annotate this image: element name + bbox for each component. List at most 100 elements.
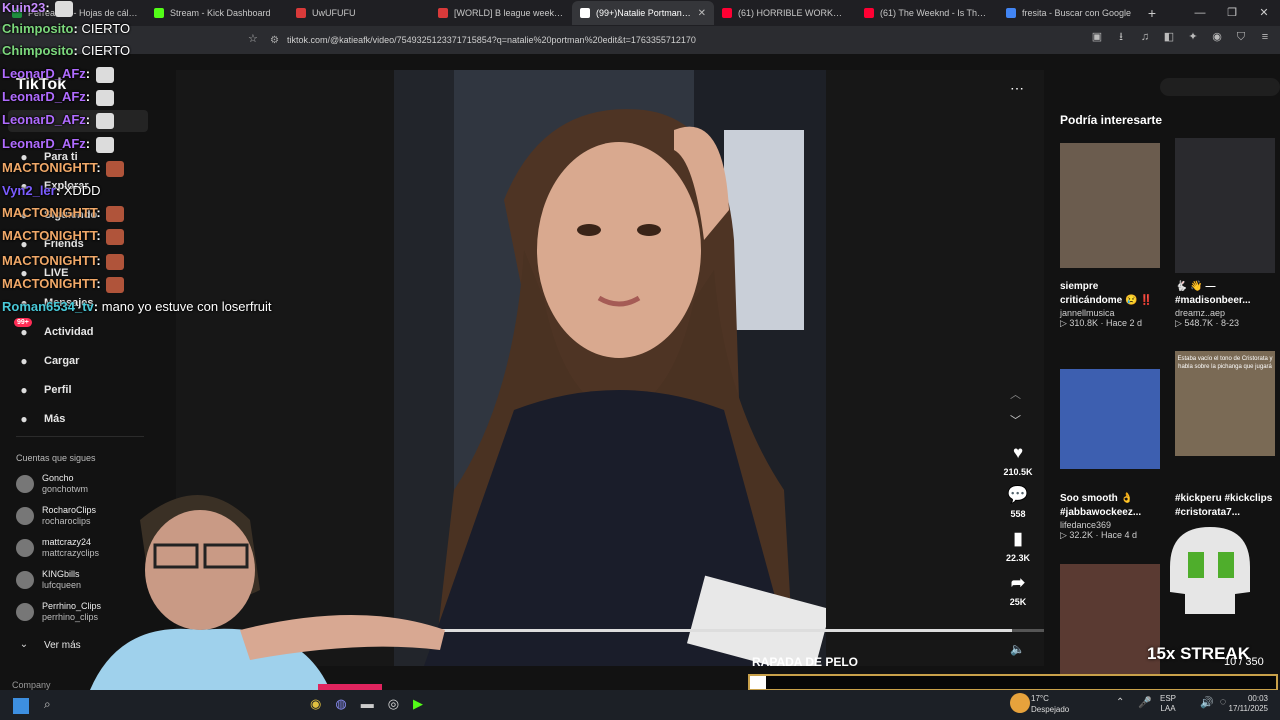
thumbnail[interactable]: [1175, 138, 1275, 273]
webcam-overlay: [60, 480, 450, 690]
like-button[interactable]: ♥ 210.5K: [1000, 443, 1036, 477]
emote-icon: [95, 136, 114, 153]
tab-search-icon[interactable]: ▣: [1090, 30, 1104, 44]
chevron-down-icon[interactable]: ﹀: [1010, 412, 1021, 428]
shield-icon[interactable]: ⛉: [1234, 30, 1248, 44]
browser-tab[interactable]: (61) The Weeknd - Is There: [856, 1, 998, 25]
new-tab-button[interactable]: +: [1140, 5, 1164, 21]
search-icon[interactable]: ⌕: [44, 697, 51, 712]
sidebar-icon[interactable]: ◧: [1162, 30, 1176, 44]
volume-icon[interactable]: 🔊: [1200, 696, 1214, 709]
browser-tab[interactable]: (99+)Natalie Portman's En ✕: [572, 1, 714, 25]
chat-separator: :: [93, 299, 102, 314]
browser-tab[interactable]: (61) HORRIBLE WORKPLACE A: [714, 1, 856, 25]
company-link[interactable]: Company: [12, 680, 51, 690]
url-text[interactable]: tiktok.com/@katieafk/video/7549325123371…: [287, 35, 696, 45]
close-window-button[interactable]: ✕: [1248, 0, 1280, 26]
address-bar-row: ☆ ⚙ tiktok.com/@katieafk/video/754932512…: [0, 26, 1280, 54]
card-title[interactable]: #kickperu #kickclips #cristorata7...: [1175, 492, 1275, 520]
thumbnail[interactable]: [1060, 564, 1160, 674]
volume-icon[interactable]: 🔈: [1010, 642, 1025, 656]
more-icon: ●: [20, 412, 28, 426]
emote-icon: [106, 205, 125, 222]
comment-button[interactable]: 💬 558: [1000, 485, 1036, 519]
browser-tab[interactable]: UwUFUFU: [288, 1, 430, 25]
extensions-icon[interactable]: ✦: [1186, 30, 1200, 44]
browser-tab[interactable]: [WORLD] B league week 12 | U: [430, 1, 572, 25]
weather-widget[interactable]: 17°C Despejado: [1031, 693, 1069, 715]
save-button[interactable]: ▮ 22.3K: [1000, 529, 1036, 563]
microphone-icon[interactable]: 🎤: [1138, 696, 1152, 709]
windows-start-icon[interactable]: [13, 698, 29, 714]
card-author[interactable]: jannellmusica: [1060, 308, 1160, 318]
language-indicator[interactable]: ESP LAA: [1160, 694, 1176, 714]
heart-icon: ♥: [1012, 443, 1024, 462]
tab-title: [WORLD] B league week 12 | U: [454, 8, 564, 18]
share-button[interactable]: ➦ 25K: [1000, 573, 1036, 607]
chat-separator: :: [96, 205, 105, 220]
tab-title: (99+)Natalie Portman's En: [596, 8, 692, 18]
card-date: Hace 2 d: [1105, 318, 1142, 328]
sidebar-item[interactable]: ● Perfil: [16, 382, 72, 398]
tray-chevron-icon[interactable]: ⌃: [1116, 697, 1124, 708]
card-author[interactable]: lifedance369: [1060, 520, 1160, 530]
profile-icon[interactable]: ◉: [1210, 30, 1224, 44]
chat-username: LeonarD_AFz: [2, 89, 86, 104]
thumbnail[interactable]: [1060, 143, 1160, 268]
goal-progress-bar: [748, 674, 1278, 691]
language-code: ESP: [1160, 694, 1177, 703]
avatar: [16, 538, 34, 557]
sidebar-item[interactable]: ● Cargar: [16, 353, 79, 369]
emote-icon: [95, 112, 114, 129]
video-frame[interactable]: [394, 70, 826, 666]
discord-icon[interactable]: ◍: [335, 696, 346, 712]
download-icon[interactable]: ⭳: [1114, 30, 1128, 44]
browser-tab[interactable]: Stream - Kick Dashboard: [146, 1, 288, 25]
chat-message: MACTONIGHTT:: [2, 205, 125, 222]
maximize-button[interactable]: ❐: [1216, 0, 1248, 26]
card-author[interactable]: dreamz..aep: [1175, 308, 1275, 318]
video-progress-bar[interactable]: [394, 629, 1044, 632]
avatar: [16, 570, 34, 589]
weather-icon: [1010, 693, 1030, 713]
card-date: 8-23: [1220, 318, 1239, 328]
tab-title: (61) The Weeknd - Is There: [880, 8, 990, 18]
thumbnail-caption: Estaba vacío el tono de Cristorata y hab…: [1177, 356, 1273, 370]
tab-bar: Perrealista - Hojas de cálculo deStream …: [0, 0, 1280, 26]
terminal-icon[interactable]: ▬: [361, 696, 374, 712]
address-bar[interactable]: ⚙ tiktok.com/@katieafk/video/75493251233…: [270, 30, 990, 50]
thumbnail[interactable]: [1060, 369, 1160, 469]
app-icon[interactable]: ◉: [310, 696, 321, 712]
obs-icon[interactable]: ◎: [388, 696, 399, 712]
card-title[interactable]: siempre criticándome 😢 ‼️: [1060, 280, 1160, 308]
avatar: [16, 506, 34, 525]
emote-icon: [106, 253, 125, 270]
sidebar-item-label: Perfil: [44, 384, 72, 396]
chevron-up-icon[interactable]: ︿: [1010, 386, 1021, 402]
save-count: 22.3K: [1005, 553, 1031, 563]
chat-separator: :: [85, 112, 94, 127]
play-icon[interactable]: ▶: [413, 696, 423, 712]
bookmark-icon[interactable]: ☆: [248, 32, 258, 45]
clock[interactable]: 00:03 17/11/2025: [1228, 694, 1268, 714]
minimize-button[interactable]: —: [1184, 0, 1216, 26]
card-title[interactable]: 🐇 👋 — #madisonbeer...: [1175, 280, 1275, 308]
card-info: Soo smooth 👌 #jabbawockeez... lifedance3…: [1060, 492, 1160, 541]
tab-title: Stream - Kick Dashboard: [170, 8, 271, 18]
network-icon[interactable]: ◌: [1220, 696, 1227, 709]
card-title[interactable]: Soo smooth 👌 #jabbawockeez...: [1060, 492, 1160, 520]
tab-close-icon[interactable]: ✕: [698, 8, 706, 19]
chat-separator: :: [45, 0, 54, 15]
more-options-icon[interactable]: ⋯: [1010, 80, 1024, 97]
menu-icon[interactable]: ≡: [1258, 30, 1272, 44]
chat-message: LeonarD_AFz:: [2, 112, 114, 129]
music-icon[interactable]: ♫: [1138, 30, 1152, 44]
avatar: [16, 474, 34, 493]
chat-username: MACTONIGHTT: [2, 228, 97, 243]
chat-separator: :: [85, 66, 94, 81]
site-info-icon[interactable]: ⚙: [270, 35, 279, 46]
sidebar-item[interactable]: ● Más: [16, 411, 65, 427]
browser-tab[interactable]: fresita - Buscar con Google: [998, 1, 1140, 25]
chat-message: Roman6534_tv: mano yo estuve con loserfr…: [2, 299, 272, 314]
layout-code: LAA: [1160, 704, 1176, 713]
